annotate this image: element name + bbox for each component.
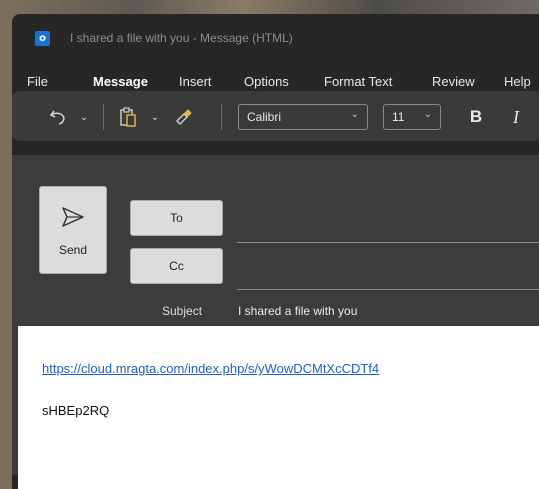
subject-label: Subject <box>162 304 203 318</box>
menu-message[interactable]: Message <box>93 74 148 89</box>
compose-header: Send To Cc Subject I shared a file with … <box>12 155 539 326</box>
font-name-value: Calibri <box>247 110 282 124</box>
menu-format-text[interactable]: Format Text <box>324 74 392 89</box>
menu-options[interactable]: Options <box>244 74 289 89</box>
to-field[interactable] <box>237 210 539 240</box>
ribbon-separator <box>221 104 222 130</box>
body-link[interactable]: https://cloud.mragta.com/index.php/s/yWo… <box>42 361 379 376</box>
cc-button[interactable]: Cc <box>130 248 223 284</box>
window-title: I shared a file with you - Message (HTML… <box>70 31 293 45</box>
undo-dropdown-chevron-icon[interactable]: ⌄ <box>77 106 91 128</box>
menu-review[interactable]: Review <box>432 74 475 89</box>
subject-field[interactable]: I shared a file with you <box>238 304 357 318</box>
menu-file[interactable]: File <box>27 74 48 89</box>
ribbon-toolbar: ⌄ ⌄ Calibri ⌄ 11 ⌄ B I <box>12 91 539 141</box>
cc-field-underline <box>237 289 539 290</box>
chevron-down-icon: ⌄ <box>350 109 359 120</box>
send-icon <box>62 207 84 227</box>
undo-icon[interactable] <box>46 104 70 130</box>
send-button[interactable]: Send <box>39 186 107 274</box>
to-field-underline <box>237 242 539 243</box>
send-label: Send <box>58 243 88 257</box>
format-painter-icon[interactable] <box>172 104 196 130</box>
font-size-dropdown[interactable]: 11 ⌄ <box>383 104 441 130</box>
outlook-app-icon: o <box>35 31 50 46</box>
chevron-down-icon: ⌄ <box>423 109 432 120</box>
menu-help[interactable]: Help <box>504 74 531 89</box>
message-body-editor[interactable]: https://cloud.mragta.com/index.php/s/yWo… <box>18 326 539 489</box>
italic-button[interactable]: I <box>504 104 528 130</box>
font-size-value: 11 <box>392 110 405 124</box>
cc-field[interactable] <box>237 257 539 287</box>
font-name-dropdown[interactable]: Calibri ⌄ <box>238 104 368 130</box>
paste-icon[interactable] <box>116 104 140 130</box>
to-button[interactable]: To <box>130 200 223 236</box>
bold-button[interactable]: B <box>464 104 488 130</box>
title-bar: o I shared a file with you - Message (HT… <box>12 14 539 62</box>
menu-insert[interactable]: Insert <box>179 74 212 89</box>
body-text: sHBEp2RQ <box>42 403 110 418</box>
ribbon-separator <box>103 104 104 130</box>
paste-dropdown-chevron-icon[interactable]: ⌄ <box>148 106 162 128</box>
